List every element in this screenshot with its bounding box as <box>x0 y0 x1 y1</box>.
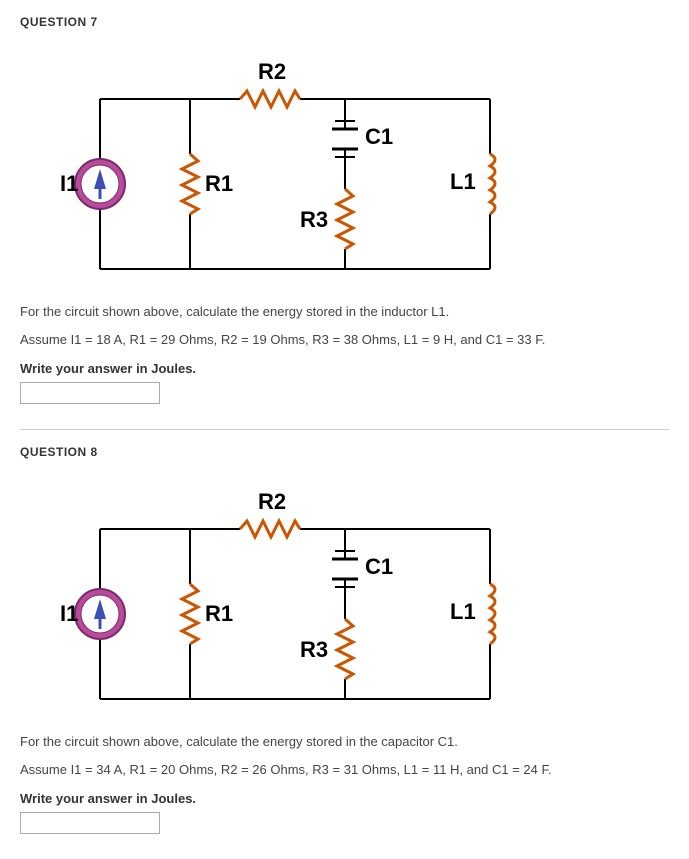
label-R2-8: R2 <box>258 489 286 514</box>
label-R1-8: R1 <box>205 601 233 626</box>
q7-prompt: Write your answer in Joules. <box>20 361 669 376</box>
label-R3-8: R3 <box>300 637 328 662</box>
circuit-diagram-7: I1 R1 R2 C1 R3 L1 <box>40 49 560 279</box>
q8-answer-input[interactable] <box>20 812 160 834</box>
q7-answer-input[interactable] <box>20 382 160 404</box>
label-R1-7: R1 <box>205 171 233 196</box>
question-7-header: QUESTION 7 <box>20 15 669 29</box>
label-R3-7: R3 <box>300 207 328 232</box>
circuit-8: I1 R1 R2 C1 R3 L1 <box>40 479 669 712</box>
label-C1-8: C1 <box>365 554 393 579</box>
label-L1-8: L1 <box>450 599 476 624</box>
q7-text2: Assume I1 = 18 A, R1 = 29 Ohms, R2 = 19 … <box>20 330 669 350</box>
label-R2-7: R2 <box>258 59 286 84</box>
label-I1-8: I1 <box>60 601 78 626</box>
divider <box>20 429 669 430</box>
question-8-header: QUESTION 8 <box>20 445 669 459</box>
label-I1-7: I1 <box>60 171 78 196</box>
q8-prompt: Write your answer in Joules. <box>20 791 669 806</box>
label-L1-7: L1 <box>450 169 476 194</box>
q8-text1: For the circuit shown above, calculate t… <box>20 732 669 752</box>
q8-text2: Assume I1 = 34 A, R1 = 20 Ohms, R2 = 26 … <box>20 760 669 780</box>
question-7: QUESTION 7 I1 R1 <box>20 15 669 404</box>
q7-text1: For the circuit shown above, calculate t… <box>20 302 669 322</box>
question-8: QUESTION 8 I1 R1 R2 <box>20 445 669 834</box>
label-C1-7: C1 <box>365 124 393 149</box>
circuit-7: I1 R1 R2 C1 R3 L1 <box>40 49 669 282</box>
circuit-diagram-8: I1 R1 R2 C1 R3 L1 <box>40 479 560 709</box>
